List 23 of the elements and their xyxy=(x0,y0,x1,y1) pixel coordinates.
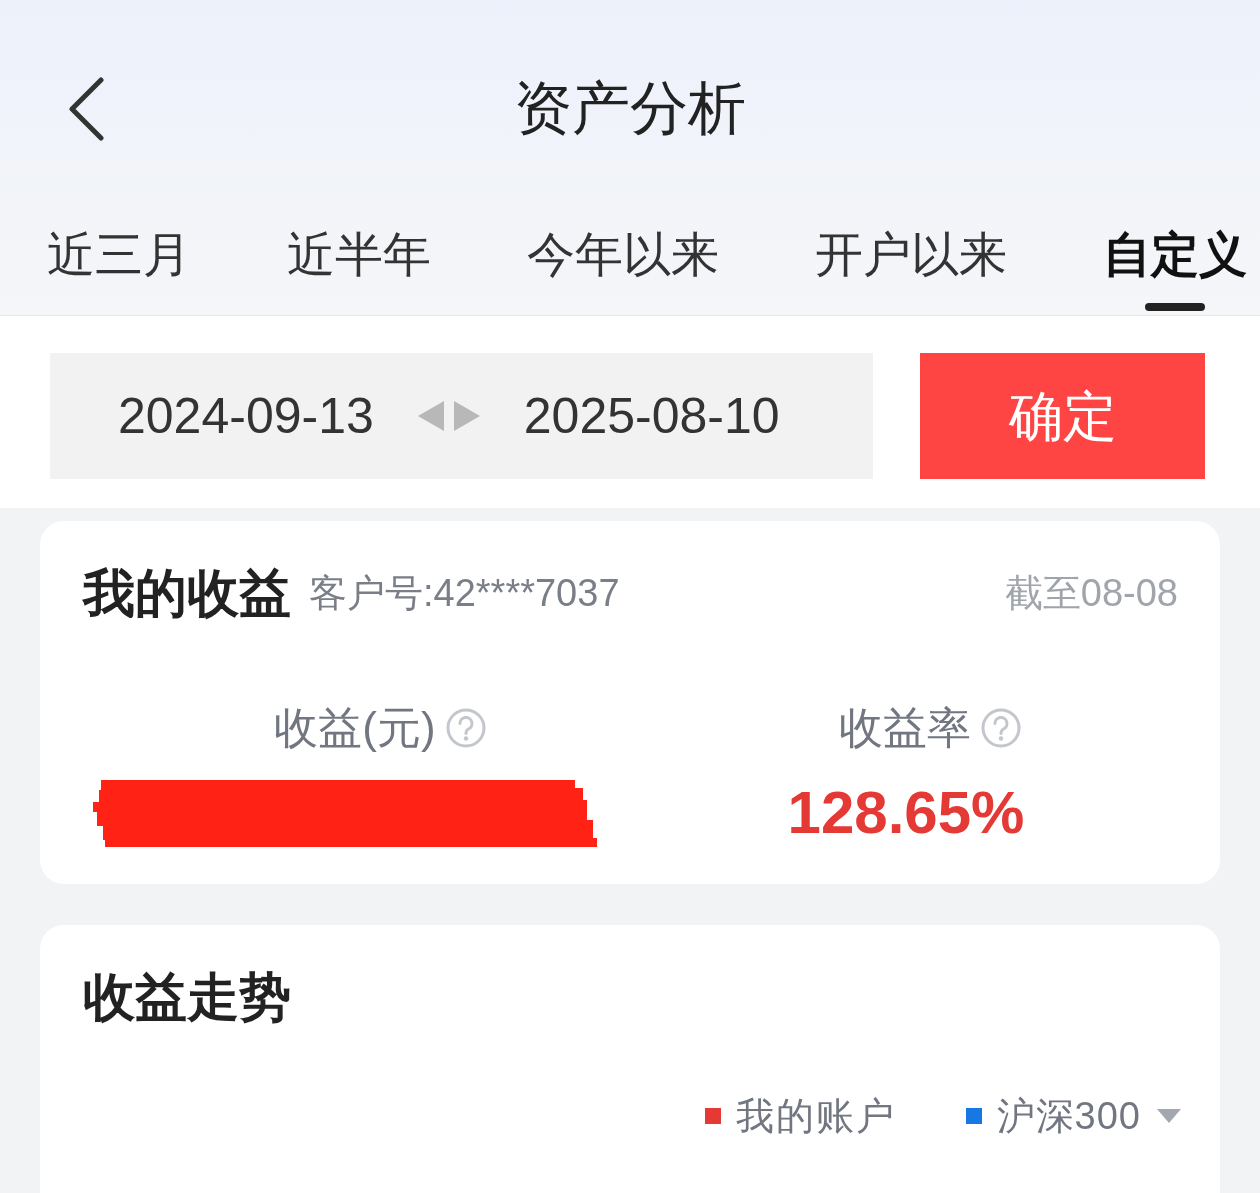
section-title: 收益走势 xyxy=(83,971,291,1023)
date-range-field[interactable]: 2024-09-13 2025-08-10 xyxy=(50,353,873,479)
legend-label: 我的账户 xyxy=(735,1097,896,1135)
start-date[interactable]: 2024-09-13 xyxy=(118,391,374,441)
metric-label: 收益(元) xyxy=(274,706,436,750)
period-tab[interactable]: 近半年 xyxy=(287,231,431,315)
caret-down-icon[interactable] xyxy=(1157,1109,1181,1123)
legend-label: 沪深300 xyxy=(996,1097,1141,1135)
end-date[interactable]: 2025-08-10 xyxy=(523,391,780,441)
period-tab[interactable]: 开户以来 xyxy=(815,231,1007,315)
back-icon[interactable] xyxy=(67,77,105,141)
metric-label: 收益率 xyxy=(839,706,971,750)
help-icon[interactable] xyxy=(445,708,486,748)
period-tab[interactable]: 今年以来 xyxy=(527,231,719,315)
help-icon[interactable] xyxy=(981,708,1021,748)
period-tab[interactable]: 近三月 xyxy=(47,231,191,315)
page-title: 资产分析 xyxy=(514,79,746,137)
left-right-arrows-icon xyxy=(417,401,480,431)
metric-value: 128.65% xyxy=(787,783,1025,843)
as-of-date: 截至08-08 xyxy=(1004,574,1178,612)
period-tab[interactable]: 自定义 xyxy=(1103,231,1247,315)
section-title: 我的收益 xyxy=(83,567,291,619)
account-number: 客户号:42****7037 xyxy=(309,574,620,612)
